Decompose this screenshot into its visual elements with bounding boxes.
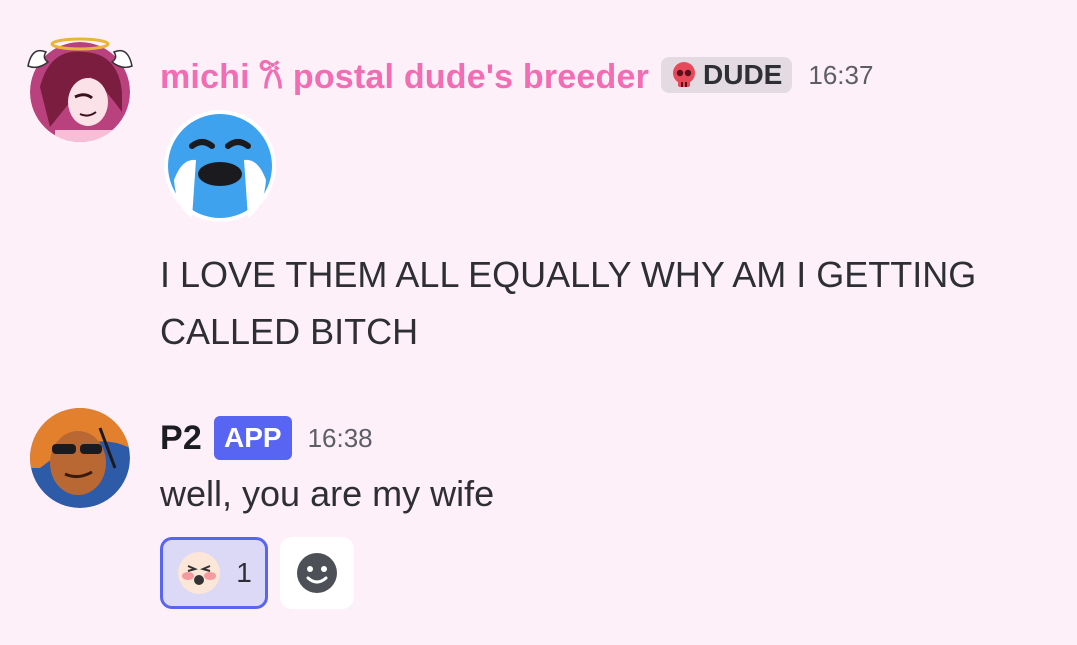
app-badge: APP [214, 416, 292, 460]
message-text: well, you are my wife [160, 473, 495, 514]
message-text: I LOVE THEM ALL EQUALLY WHY AM I GETTING… [160, 254, 977, 352]
timestamp[interactable]: 16:37 [808, 60, 873, 91]
skull-icon [673, 62, 696, 87]
add-reaction-button[interactable] [280, 537, 354, 609]
message-1: michi 𐙚 postal dude's breeder DUDE 16:37… [0, 30, 1077, 370]
message-2: P2 APP 16:38 well, you are my wife 1 [0, 405, 1077, 625]
timestamp[interactable]: 16:38 [308, 423, 373, 454]
reaction-count: 1 [236, 557, 252, 588]
tag-label: DUDE [703, 59, 783, 90]
server-tag[interactable]: DUDE [661, 57, 793, 93]
blushing-shout-emoji [178, 552, 221, 594]
reaction-button[interactable]: 1 [160, 537, 268, 609]
reactions-bar: 1 [160, 537, 354, 609]
loudly-crying-emoji[interactable] [162, 108, 278, 224]
username[interactable]: P2 [160, 419, 202, 458]
smiley-icon [297, 553, 337, 593]
halo-icon [27, 37, 133, 69]
username[interactable]: michi 𐙚 postal dude's breeder [160, 52, 649, 98]
avatar[interactable] [27, 37, 133, 142]
avatar[interactable] [30, 408, 130, 508]
